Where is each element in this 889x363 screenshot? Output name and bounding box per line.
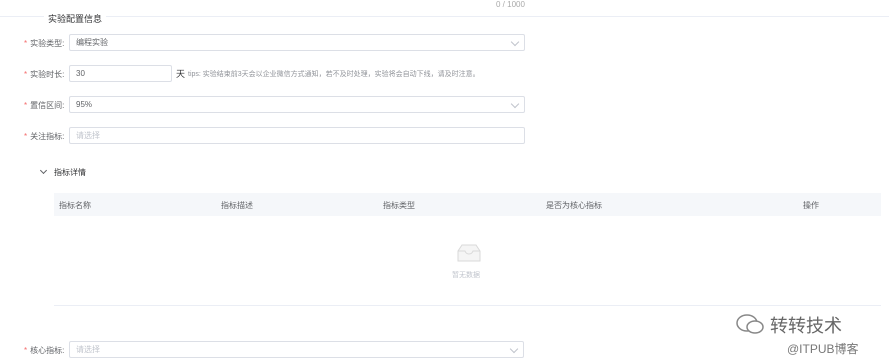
column-header-type: 指标类型 <box>383 201 415 210</box>
confidence-label: * 置信区间: <box>24 100 64 111</box>
empty-box-icon <box>457 244 481 262</box>
duration-input[interactable]: 30 <box>69 65 172 82</box>
section-divider <box>0 16 889 17</box>
core-select-placeholder: 请选择 <box>76 345 100 354</box>
duration-input-value: 30 <box>76 69 85 78</box>
column-header-name: 指标名称 <box>59 201 91 210</box>
confidence-label-text: 置信区间: <box>30 101 65 110</box>
duration-label-text: 实验时长: <box>30 70 65 79</box>
section-title: 实验配置信息 <box>44 12 107 25</box>
duration-label: * 实验时长: <box>24 69 64 80</box>
required-star: * <box>24 70 28 79</box>
table-bottom-border <box>54 305 881 306</box>
required-star: * <box>24 39 28 48</box>
watermark-brand: 转转技术 <box>770 316 842 336</box>
type-select-value: 编程实验 <box>76 38 108 47</box>
column-header-action: 操作 <box>803 201 819 210</box>
metrics-select[interactable]: 请选择 <box>69 127 525 144</box>
chevron-down-icon[interactable] <box>39 166 48 175</box>
metrics-label: * 关注指标: <box>24 131 64 142</box>
column-header-core: 是否为核心指标 <box>546 201 602 210</box>
table-header <box>54 193 881 216</box>
chevron-down-icon <box>510 37 520 47</box>
core-label-text: 核心指标: <box>30 346 65 355</box>
confidence-select-value: 95% <box>76 100 93 109</box>
type-label-text: 实验类型: <box>30 39 65 48</box>
required-star: * <box>24 346 28 355</box>
required-star: * <box>24 132 28 141</box>
core-select[interactable]: 请选择 <box>69 341 524 358</box>
core-label: * 核心指标: <box>24 345 64 356</box>
wechat-icon <box>736 314 764 334</box>
type-select[interactable]: 编程实验 <box>69 34 525 51</box>
duration-unit: 天 <box>176 69 186 79</box>
required-star: * <box>24 101 28 110</box>
chevron-down-icon <box>510 99 520 109</box>
type-label: * 实验类型: <box>24 38 64 49</box>
char-counter: 0 / 1000 <box>496 0 525 9</box>
metrics-label-text: 关注指标: <box>30 132 65 141</box>
duration-tips: tips: 实验结束前3天会以企业微信方式通知，若不及时处理，实验将会自动下线，… <box>188 71 480 78</box>
watermark-source: @ITPUB博客 <box>787 342 859 356</box>
chevron-down-icon <box>509 344 519 354</box>
empty-text: 暂无数据 <box>452 272 480 279</box>
column-header-desc: 指标描述 <box>221 201 253 210</box>
details-toggle[interactable]: 指标详情 <box>54 167 86 178</box>
confidence-select[interactable]: 95% <box>69 96 525 113</box>
metrics-select-placeholder: 请选择 <box>76 131 100 140</box>
